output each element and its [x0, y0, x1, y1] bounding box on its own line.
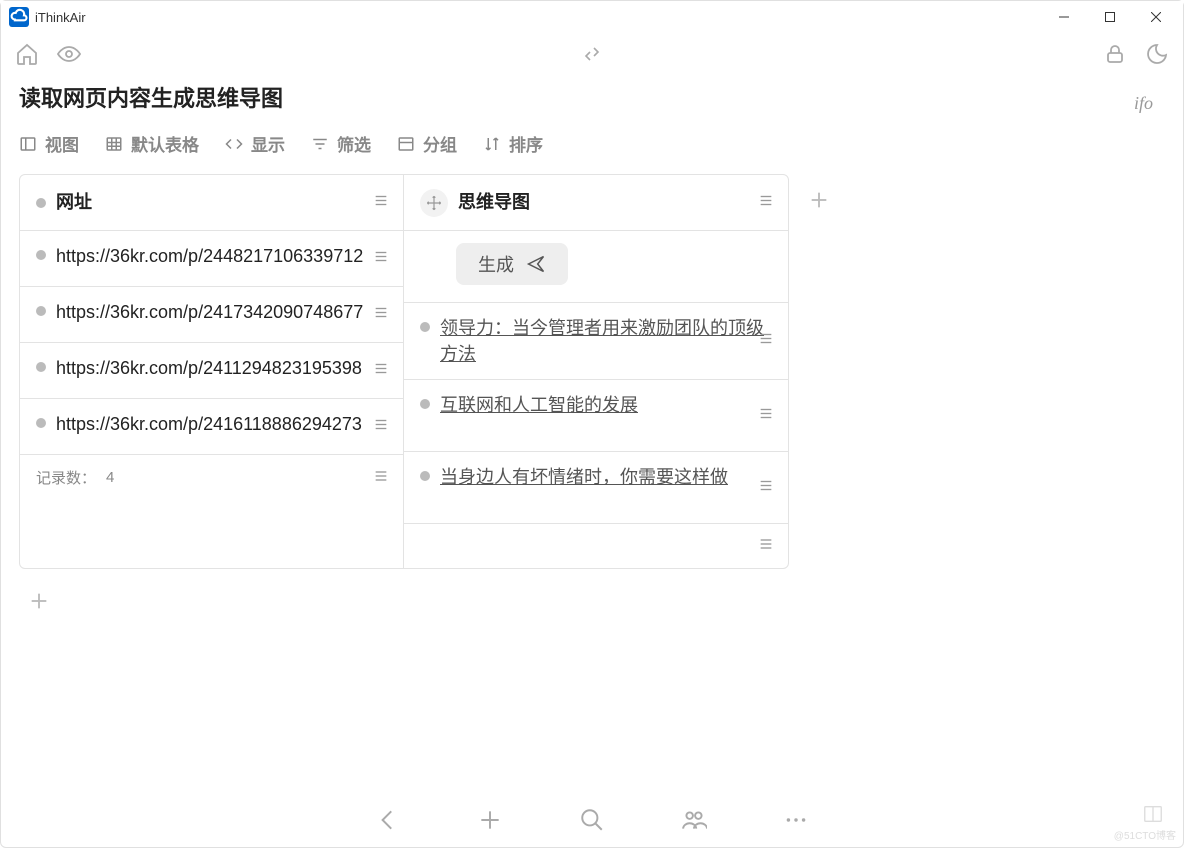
window-titlebar: iThinkAir [1, 1, 1183, 33]
more-icon[interactable] [781, 805, 811, 835]
column-url: 网址 https://36kr.com/p/2448217106339712 h… [20, 175, 404, 568]
cell-url: https://36kr.com/p/2416118886294273 [56, 411, 387, 437]
bullet-icon [36, 250, 46, 260]
bullet-icon [36, 198, 46, 208]
add-row-button[interactable] [19, 581, 59, 621]
info-tag[interactable]: ifo [1134, 93, 1153, 114]
tab-display[interactable]: 显示 [225, 131, 285, 156]
tab-group[interactable]: 分组 [397, 131, 457, 156]
bullet-icon [420, 399, 430, 409]
back-icon[interactable] [373, 805, 403, 835]
table-row[interactable]: 当身边人有坏情绪时，你需要这样做 [404, 452, 788, 524]
table-row[interactable]: https://36kr.com/p/2416118886294273 [20, 399, 403, 455]
cell-url: https://36kr.com/p/2448217106339712 [56, 243, 387, 269]
tab-filter[interactable]: 筛选 [311, 131, 371, 156]
send-icon [526, 254, 546, 274]
row-menu-icon[interactable] [373, 360, 389, 381]
bullet-icon [420, 471, 430, 481]
row-menu-icon[interactable] [758, 477, 774, 498]
cell-mindmap-link[interactable]: 互联网和人工智能的发展 [440, 392, 772, 418]
cell-mindmap-link[interactable]: 领导力：当今管理者用来激励团队的顶级方法 [440, 315, 772, 367]
bullet-icon [36, 418, 46, 428]
bullet-icon [420, 322, 430, 332]
theme-moon-icon[interactable] [1143, 40, 1171, 68]
app-icon [9, 7, 29, 27]
window-maximize-button[interactable] [1087, 1, 1133, 33]
generate-button[interactable]: 生成 [456, 243, 568, 285]
tab-display-label: 显示 [251, 131, 285, 156]
home-icon[interactable] [13, 40, 41, 68]
table-row[interactable]: 互联网和人工智能的发展 [404, 380, 788, 452]
column-mindmap: 思维导图 生成 领导力：当今管理者用来激励团队的顶级方法 互联网和人工 [404, 175, 788, 568]
footer-menu-icon[interactable] [758, 536, 774, 556]
records-footer-2 [404, 524, 788, 568]
table-row[interactable]: 生成 [404, 231, 788, 303]
tab-default-table[interactable]: 默认表格 [105, 131, 199, 156]
main-toolbar [1, 33, 1183, 75]
eye-icon[interactable] [55, 40, 83, 68]
bullet-icon [36, 306, 46, 316]
window-close-button[interactable] [1133, 1, 1179, 33]
row-menu-icon[interactable] [373, 416, 389, 437]
records-label: 记录数： [36, 467, 96, 488]
view-tabs: 视图 默认表格 显示 筛选 分组 排序 [19, 131, 1165, 156]
panel-toggle-icon[interactable] [1142, 803, 1164, 830]
column-menu-icon[interactable] [758, 192, 774, 213]
column-url-header[interactable]: 网址 [20, 175, 403, 231]
app-title: iThinkAir [35, 10, 86, 25]
column-mindmap-header-label: 思维导图 [458, 189, 772, 215]
tab-view[interactable]: 视图 [19, 131, 79, 156]
tab-sort-label: 排序 [509, 131, 543, 156]
data-grid: 网址 https://36kr.com/p/2448217106339712 h… [19, 174, 789, 569]
tab-sort[interactable]: 排序 [483, 131, 543, 156]
tab-group-label: 分组 [423, 131, 457, 156]
row-menu-icon[interactable] [758, 331, 774, 352]
add-column-button[interactable] [799, 180, 839, 220]
people-icon[interactable] [679, 805, 709, 835]
content-area: 读取网页内容生成思维导图 ifo 视图 默认表格 显示 筛选 分组 排序 [1, 75, 1183, 793]
watermark: @51CTO博客 [1114, 827, 1176, 842]
footer-menu-icon[interactable] [373, 468, 389, 488]
add-icon[interactable] [475, 805, 505, 835]
move-icon[interactable] [420, 189, 448, 217]
tab-filter-label: 筛选 [337, 131, 371, 156]
search-icon[interactable] [577, 805, 607, 835]
tab-view-label: 视图 [45, 131, 79, 156]
bottom-bar [1, 793, 1183, 847]
generate-button-label: 生成 [478, 251, 514, 277]
cell-url: https://36kr.com/p/2411294823195398 [56, 355, 387, 381]
column-url-header-label: 网址 [56, 189, 387, 215]
sync-icon[interactable] [578, 40, 606, 68]
row-menu-icon[interactable] [373, 248, 389, 269]
row-menu-icon[interactable] [758, 405, 774, 426]
row-menu-icon[interactable] [373, 304, 389, 325]
tab-default-table-label: 默认表格 [131, 131, 199, 156]
records-footer: 记录数： 4 [20, 455, 403, 500]
cell-mindmap-link[interactable]: 当身边人有坏情绪时，你需要这样做 [440, 464, 772, 490]
table-row[interactable]: https://36kr.com/p/2417342090748677 [20, 287, 403, 343]
table-row[interactable]: https://36kr.com/p/2411294823195398 [20, 343, 403, 399]
records-count: 4 [106, 469, 114, 486]
page-title: 读取网页内容生成思维导图 [19, 81, 283, 113]
column-mindmap-header[interactable]: 思维导图 [404, 175, 788, 231]
lock-icon[interactable] [1101, 40, 1129, 68]
bullet-icon [36, 362, 46, 372]
column-menu-icon[interactable] [373, 192, 389, 213]
table-row[interactable]: https://36kr.com/p/2448217106339712 [20, 231, 403, 287]
window-minimize-button[interactable] [1041, 1, 1087, 33]
cell-url: https://36kr.com/p/2417342090748677 [56, 299, 387, 325]
table-row[interactable]: 领导力：当今管理者用来激励团队的顶级方法 [404, 303, 788, 380]
